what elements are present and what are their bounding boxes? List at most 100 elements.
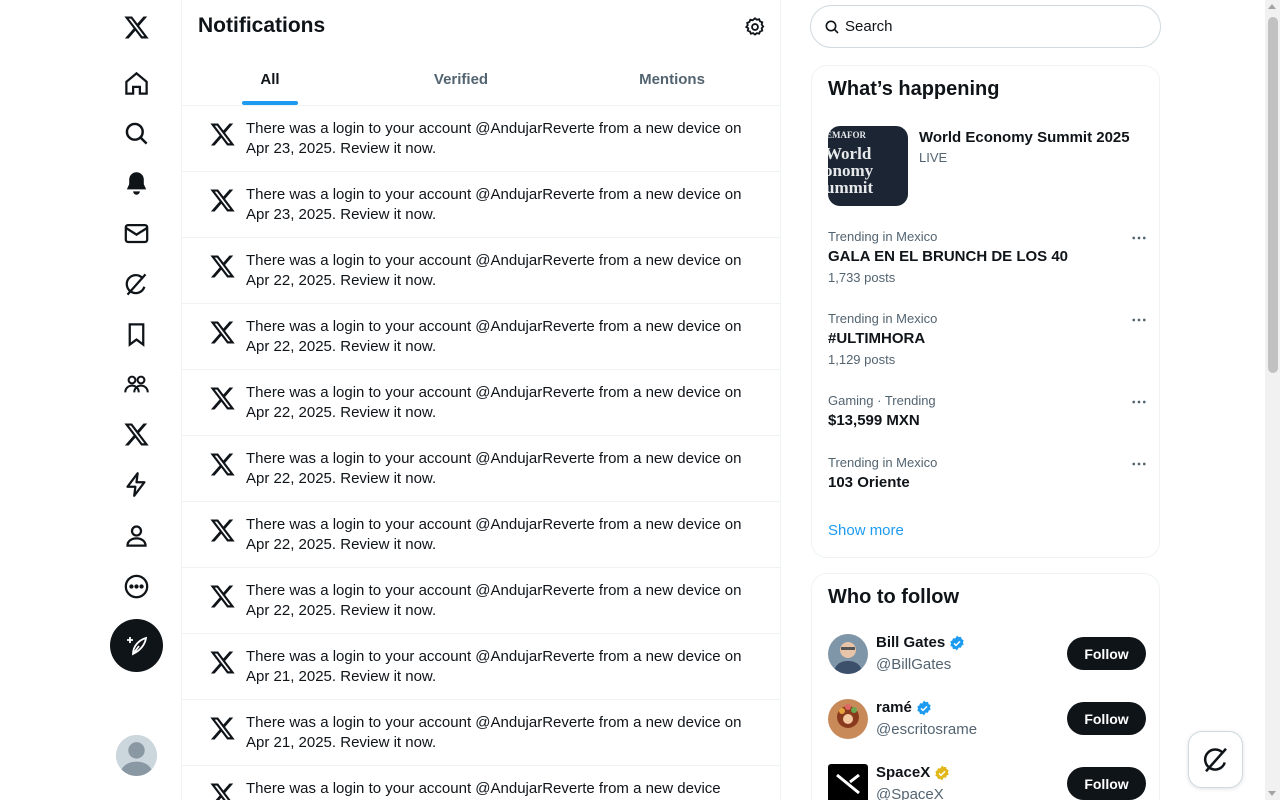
bookmark-icon[interactable] xyxy=(111,309,161,359)
tab-verified[interactable]: Verified xyxy=(358,53,564,105)
notification-text: There was a login to your account @Anduj… xyxy=(246,186,742,223)
user-name-row: SpaceX xyxy=(876,764,950,781)
feather-plus-icon xyxy=(126,636,147,655)
x-logo-icon xyxy=(210,651,235,674)
event-item[interactable]: EMAFOR World onomy ummit World Economy S… xyxy=(828,126,1148,206)
follow-button[interactable]: Follow xyxy=(1067,637,1146,670)
search-input[interactable]: Search xyxy=(810,5,1161,48)
who-to-follow-card: Who to follow Bill Gates @BillGates Foll… xyxy=(811,573,1160,800)
grok-icon[interactable] xyxy=(111,259,161,309)
notification-item[interactable]: There was a login to your account @Anduj… xyxy=(182,238,780,304)
notification-item[interactable]: There was a login to your account @Anduj… xyxy=(182,370,780,436)
follow-suggestion[interactable]: ramé @escritosrame Follow xyxy=(828,699,1146,747)
grok-floating-button[interactable] xyxy=(1188,731,1243,788)
notification-item[interactable]: There was a login to your account @Anduj… xyxy=(182,172,780,238)
notification-list: There was a login to your account @Anduj… xyxy=(182,106,780,800)
notification-item[interactable]: There was a login to your account @Anduj… xyxy=(182,766,780,800)
user-name-row: ramé xyxy=(876,699,932,716)
x-logo-icon xyxy=(210,585,235,608)
compose-button[interactable] xyxy=(110,619,163,672)
scroll-thumb[interactable] xyxy=(1268,17,1278,373)
gear-icon[interactable] xyxy=(744,16,766,38)
notification-text: There was a login to your account @Anduj… xyxy=(246,252,742,289)
event-status: LIVE xyxy=(919,150,948,165)
bell-icon[interactable] xyxy=(111,158,161,208)
communities-icon[interactable] xyxy=(111,359,161,409)
event-title: World Economy Summit 2025 xyxy=(919,129,1130,146)
trend-meta: Trending in Mexico xyxy=(828,455,938,470)
trend-meta: Trending in Mexico xyxy=(828,311,938,326)
more-dots-icon[interactable] xyxy=(1130,393,1148,411)
trend-item[interactable]: Gaming · Trending $13,599 MXN xyxy=(828,393,1148,431)
verified-badge-icon xyxy=(950,635,964,650)
tab-all[interactable]: All xyxy=(182,53,358,105)
more-icon[interactable] xyxy=(111,561,161,611)
search-icon[interactable] xyxy=(111,108,161,158)
show-more-link[interactable]: Show more xyxy=(828,522,904,539)
x-logo-icon xyxy=(210,321,235,344)
profile-icon[interactable] xyxy=(111,510,161,560)
x-logo-icon xyxy=(210,387,235,410)
follow-suggestion[interactable]: SpaceX @SpaceX Follow xyxy=(828,764,1146,800)
notification-tabs: All Verified Mentions xyxy=(182,53,780,106)
more-dots-icon[interactable] xyxy=(1130,229,1148,247)
notification-text: There was a login to your account @Anduj… xyxy=(246,714,742,751)
x-logo-icon xyxy=(210,519,235,542)
premium-icon[interactable] xyxy=(111,409,161,459)
scroll-down-arrow[interactable] xyxy=(1268,791,1276,796)
follow-suggestion[interactable]: Bill Gates @BillGates Follow xyxy=(828,634,1146,682)
account-avatar[interactable] xyxy=(116,735,157,776)
notification-item[interactable]: There was a login to your account @Anduj… xyxy=(182,502,780,568)
event-thumbnail: EMAFOR World onomy ummit xyxy=(828,126,908,206)
user-handle: @BillGates xyxy=(876,656,952,673)
x-logo-icon xyxy=(210,189,235,212)
scroll-up-arrow[interactable] xyxy=(1268,4,1276,9)
more-dots-icon[interactable] xyxy=(1130,455,1148,473)
notification-text: There was a login to your account @Anduj… xyxy=(246,582,742,619)
notification-text: There was a login to your account @Anduj… xyxy=(246,120,742,157)
notification-text: There was a login to your account @Anduj… xyxy=(246,384,742,421)
whats-happening-card: What’s happening EMAFOR World onomy ummi… xyxy=(811,65,1160,558)
trend-name: #ULTIMHORA xyxy=(828,330,926,347)
notification-item[interactable]: There was a login to your account @Anduj… xyxy=(182,106,780,172)
home-icon[interactable] xyxy=(111,58,161,108)
x-logo-icon xyxy=(210,255,235,278)
trend-name: GALA EN EL BRUNCH DE LOS 40 xyxy=(828,248,1069,265)
x-logo-icon xyxy=(210,123,235,146)
more-dots-icon[interactable] xyxy=(1130,311,1148,329)
notification-item[interactable]: There was a login to your account @Anduj… xyxy=(182,436,780,502)
notification-item[interactable]: There was a login to your account @Anduj… xyxy=(182,700,780,766)
tab-mentions[interactable]: Mentions xyxy=(564,53,780,105)
notification-text: There was a login to your account @Anduj… xyxy=(246,318,742,355)
search-icon xyxy=(825,20,839,34)
trend-item[interactable]: Trending in Mexico GALA EN EL BRUNCH DE … xyxy=(828,229,1148,286)
x-logo-icon xyxy=(210,453,235,476)
x-logo-icon xyxy=(210,783,234,800)
left-nav xyxy=(0,0,181,800)
page-scrollbar[interactable] xyxy=(1265,0,1280,800)
avatar xyxy=(828,699,868,739)
user-handle: @escritosrame xyxy=(876,721,978,738)
trend-item[interactable]: Trending in Mexico 103 Oriente xyxy=(828,455,1148,493)
user-name-row: Bill Gates xyxy=(876,634,965,651)
notification-item[interactable]: There was a login to your account @Anduj… xyxy=(182,634,780,700)
notification-text: There was a login to your account @Anduj… xyxy=(246,516,742,553)
grok-icon xyxy=(1203,747,1227,772)
lightning-icon[interactable] xyxy=(111,459,161,509)
trend-count: 1,733 posts xyxy=(828,270,896,285)
notification-text: There was a login to your account @Anduj… xyxy=(246,780,721,797)
notification-text: There was a login to your account @Anduj… xyxy=(246,450,742,487)
user-name: SpaceX xyxy=(876,764,931,781)
main-header: Notifications xyxy=(182,0,780,53)
notification-item[interactable]: There was a login to your account @Anduj… xyxy=(182,304,780,370)
trend-item[interactable]: Trending in Mexico #ULTIMHORA 1,129 post… xyxy=(828,311,1148,368)
trend-meta: Trending in Mexico xyxy=(828,229,938,244)
x-logo-icon[interactable] xyxy=(111,2,161,52)
follow-button[interactable]: Follow xyxy=(1067,767,1146,800)
verified-badge-icon xyxy=(917,700,931,715)
follow-button[interactable]: Follow xyxy=(1067,702,1146,735)
notification-item[interactable]: There was a login to your account @Anduj… xyxy=(182,568,780,634)
mail-icon[interactable] xyxy=(111,208,161,258)
avatar xyxy=(828,764,868,800)
trend-name: $13,599 MXN xyxy=(828,412,920,429)
